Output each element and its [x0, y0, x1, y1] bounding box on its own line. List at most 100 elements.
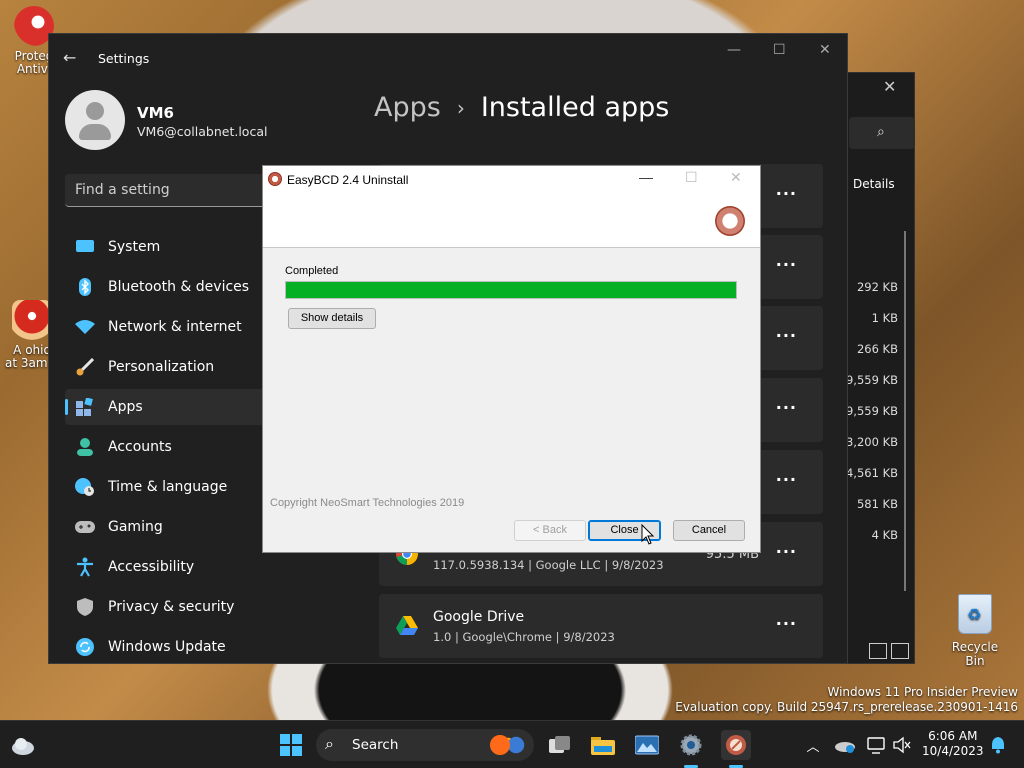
sidebar-item-label: Bluetooth & devices [108, 279, 250, 295]
task-view-icon[interactable] [547, 732, 573, 758]
status-text: Completed [285, 265, 339, 277]
close-icon[interactable]: ✕ [883, 77, 896, 96]
details-view-button[interactable] [869, 643, 887, 659]
sidebar-item-label: Network & internet [108, 319, 242, 335]
sidebar-item-label: Time & language [108, 479, 228, 495]
app-meta: 1.0 | Google\Chrome | 9/8/2023 [433, 630, 615, 644]
explorer-search-button[interactable]: ⌕ [849, 117, 915, 149]
sidebar-item-label: Personalization [108, 359, 215, 375]
gamepad-icon [75, 517, 95, 537]
chevron-right-icon: › [456, 95, 465, 120]
more-options-icon[interactable]: ··· [776, 326, 797, 345]
breadcrumb-parent[interactable]: Apps [374, 92, 441, 123]
build-watermark: Windows 11 Pro Insider Preview Evaluatio… [675, 685, 1018, 715]
sidebar-item-label: Gaming [108, 519, 163, 535]
settings-icon[interactable] [678, 732, 704, 758]
app-row-google-drive[interactable]: Google Drive 1.0 | Google\Chrome | 9/8/2… [379, 594, 823, 658]
bluetooth-icon [75, 277, 95, 297]
window-title: Settings [98, 51, 150, 66]
brush-icon [75, 357, 95, 377]
notification-bell-icon[interactable] [985, 732, 1011, 758]
apps-icon [75, 397, 95, 417]
sidebar-item-accessibility[interactable]: Accessibility [65, 549, 297, 585]
monitor-icon [75, 237, 95, 257]
sidebar-item-label: Windows Update [108, 639, 226, 655]
file-size: 581 KB [856, 497, 898, 511]
start-icon[interactable] [278, 732, 304, 758]
update-icon [75, 637, 95, 657]
globe-clock-icon [75, 477, 95, 497]
search-icon: ⌕ [325, 734, 334, 753]
file-size: 4 KB [871, 528, 898, 542]
sidebar-item-label: Accounts [108, 439, 172, 455]
details-button[interactable]: Details [853, 177, 895, 191]
clock-time: 6:06 AM [928, 729, 978, 743]
avatar[interactable] [65, 90, 125, 150]
easybcd-icon [268, 172, 282, 186]
progress-bar [285, 281, 737, 299]
chevron-up-icon[interactable]: ︿ [800, 732, 826, 758]
file-size: 266 KB [856, 342, 898, 356]
minimize-icon[interactable]: — [639, 169, 653, 185]
breadcrumb: Apps › Installed apps [374, 92, 669, 123]
more-options-icon[interactable]: ··· [776, 470, 797, 489]
sidebar-item-label: Privacy & security [108, 599, 235, 615]
photos-icon[interactable] [634, 732, 660, 758]
taskbar-search-label: Search [352, 737, 399, 753]
user-name: VM6 [137, 104, 174, 122]
easybcd-logo-icon [715, 206, 745, 236]
search-highlight-icon [486, 735, 526, 755]
system-clock[interactable]: 6:06 AM 10/4/2023 [922, 729, 984, 759]
mouse-cursor-icon [641, 524, 655, 545]
watermark-line: Windows 11 Pro Insider Preview [827, 685, 1018, 699]
cancel-button[interactable]: Cancel [673, 520, 745, 541]
dialog-title-bar: EasyBCD 2.4 Uninstall — ☐ ✕ [263, 166, 760, 193]
file-size: 292 KB [856, 280, 898, 294]
watermark-line: Evaluation copy. Build 25947.rs_prerelea… [675, 700, 1018, 714]
title-bar: ← Settings — ☐ ✕ [49, 34, 847, 82]
file-size: 1 KB [871, 311, 898, 325]
back-button[interactable]: < Back [514, 520, 586, 541]
search-icon: ⌕ [877, 124, 885, 140]
uninstall-dialog: EasyBCD 2.4 Uninstall — ☐ ✕ Completed Sh… [262, 165, 761, 553]
more-options-icon[interactable]: ··· [776, 614, 797, 633]
user-email: VM6@collabnet.local [137, 124, 268, 139]
page-title: Installed apps [480, 92, 670, 123]
wifi-icon [75, 317, 95, 337]
sidebar-item-label: Accessibility [108, 559, 195, 575]
more-options-icon[interactable]: ··· [776, 255, 797, 274]
copyright-text: Copyright NeoSmart Technologies 2019 [270, 497, 465, 509]
volume-muted-icon[interactable] [889, 732, 915, 758]
sidebar-item-label: Apps [108, 399, 143, 415]
maximize-icon: ☐ [685, 169, 698, 185]
clock-date: 10/4/2023 [922, 744, 984, 758]
network-icon[interactable] [864, 732, 890, 758]
recycle-bin-icon: ♻ [958, 594, 992, 634]
google-drive-icon [396, 616, 418, 635]
more-options-icon[interactable]: ··· [776, 542, 797, 561]
scrollbar[interactable] [904, 231, 906, 591]
more-options-icon[interactable]: ··· [776, 398, 797, 417]
recycle-bin[interactable]: ♻ Recycle Bin [942, 594, 1008, 668]
close-icon: ✕ [730, 169, 742, 185]
close-icon[interactable]: ✕ [819, 42, 831, 58]
show-details-button[interactable]: Show details [288, 308, 376, 329]
sidebar-item-privacy-security[interactable]: Privacy & security [65, 589, 297, 625]
taskbar: ⌕ Search ︿ 6:06 AM 10/4/2023 [0, 720, 1024, 768]
taskbar-search[interactable]: ⌕ Search [316, 729, 534, 761]
easybcd-taskbar-icon[interactable] [721, 730, 751, 760]
tiles-view-button[interactable] [891, 643, 909, 659]
onedrive-icon[interactable] [832, 732, 858, 758]
back-arrow-icon[interactable]: ← [63, 48, 76, 67]
recycle-bin-label: Recycle Bin [951, 640, 999, 668]
file-explorer-icon[interactable] [590, 732, 616, 758]
dialog-header [263, 193, 760, 248]
minimize-icon[interactable]: — [727, 42, 741, 58]
more-options-icon[interactable]: ··· [776, 184, 797, 203]
maximize-icon[interactable]: ☐ [773, 42, 786, 58]
sidebar-item-windows-update[interactable]: Windows Update [65, 629, 297, 665]
weather-widget-icon[interactable] [10, 732, 36, 758]
app-name: Google Drive [433, 609, 525, 625]
app-meta: 117.0.5938.134 | Google LLC | 9/8/2023 [433, 558, 664, 572]
shield-icon [75, 597, 95, 617]
